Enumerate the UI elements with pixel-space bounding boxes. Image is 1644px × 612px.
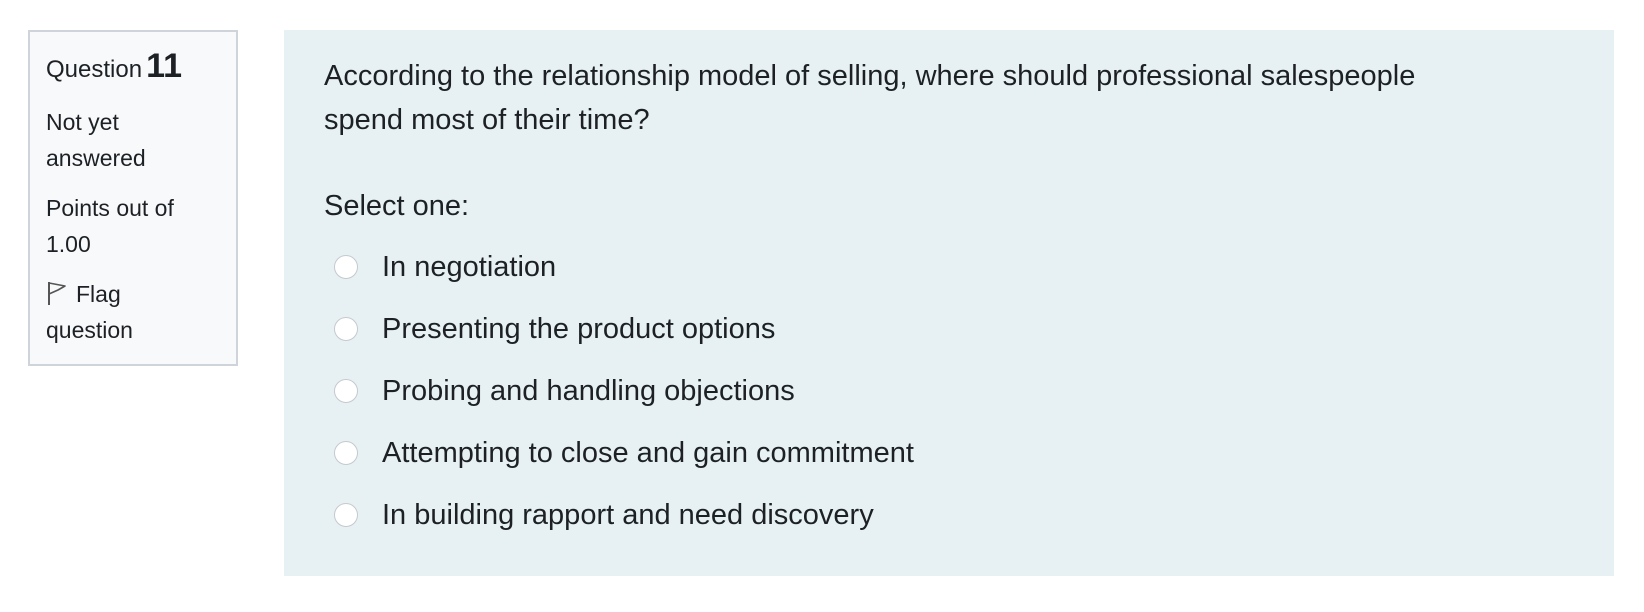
answer-radio[interactable] xyxy=(334,503,358,527)
answer-list: In negotiation Presenting the product op… xyxy=(324,236,1574,546)
answer-radio[interactable] xyxy=(334,379,358,403)
answer-radio[interactable] xyxy=(334,317,358,341)
question-info-panel: Question 11 Not yet answered Points out o… xyxy=(28,30,238,366)
flag-line-2: question xyxy=(46,317,133,343)
answer-option[interactable]: Probing and handling objections xyxy=(324,360,1574,422)
state-line-2: answered xyxy=(46,145,146,171)
state-line-1: Not yet xyxy=(46,109,119,135)
select-one-prompt: Select one: xyxy=(324,190,470,222)
answer-label[interactable]: In building rapport and need discovery xyxy=(382,495,874,535)
flag-icon xyxy=(46,280,68,306)
answer-option[interactable]: Attempting to close and gain commitment xyxy=(324,422,1574,484)
answer-radio[interactable] xyxy=(334,255,358,279)
question-text-line-2: spend most of their time? xyxy=(324,104,650,136)
grade-line-1: Points out of xyxy=(46,195,174,221)
answer-label[interactable]: Presenting the product options xyxy=(382,309,775,349)
question-number-heading: Question 11 xyxy=(46,44,220,92)
answer-radio[interactable] xyxy=(334,441,358,465)
flag-line-1: Flag xyxy=(76,281,121,307)
question-label: Question xyxy=(46,56,143,83)
question-text: According to the relationship model of s… xyxy=(324,54,1574,142)
grade-line-2: 1.00 xyxy=(46,231,91,257)
answer-option[interactable]: Presenting the product options xyxy=(324,298,1574,360)
answer-label[interactable]: Probing and handling objections xyxy=(382,371,795,411)
flag-question-link[interactable]: Flag question xyxy=(46,276,220,348)
question-grade: Points out of 1.00 xyxy=(46,190,220,262)
answer-label[interactable]: In negotiation xyxy=(382,247,556,287)
question-text-line-1: According to the relationship model of s… xyxy=(324,60,1416,92)
answer-option[interactable]: In negotiation xyxy=(324,236,1574,298)
question-number: 11 xyxy=(146,47,183,85)
question-content: According to the relationship model of s… xyxy=(284,30,1614,576)
answer-label[interactable]: Attempting to close and gain commitment xyxy=(382,433,914,473)
answer-option[interactable]: In building rapport and need discovery xyxy=(324,484,1574,546)
question-state: Not yet answered xyxy=(46,104,220,176)
